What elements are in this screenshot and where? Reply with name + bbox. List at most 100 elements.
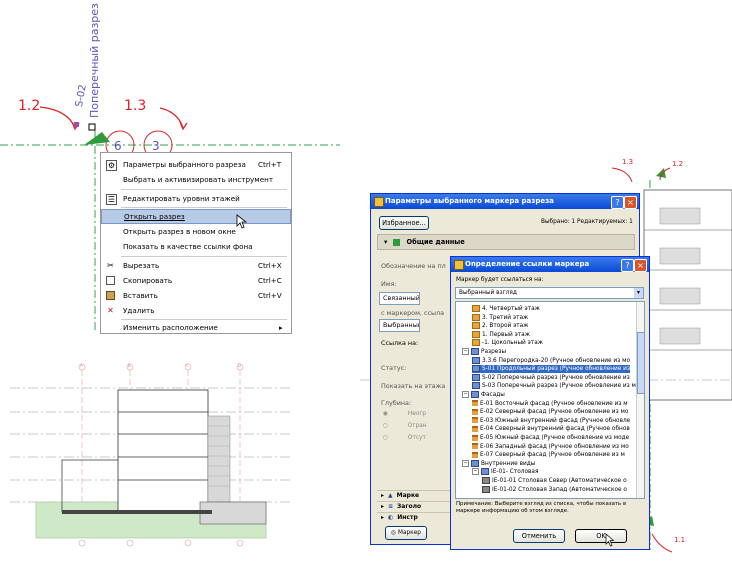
elevation-grid-label-a: A <box>80 363 83 368</box>
tree-item[interactable]: − Фасады <box>462 391 505 399</box>
ref-close-button[interactable]: × <box>634 259 647 272</box>
section-params-titlebar: Параметры выбранного маркера разреза <box>371 194 639 209</box>
expand-toggle-icon[interactable]: − <box>462 348 469 355</box>
menu-item-select-tool[interactable]: Выбрать и активизировать инструмент <box>101 172 291 187</box>
facade-icon <box>472 434 478 441</box>
group-icon <box>471 459 479 467</box>
tree-item[interactable]: E-04 Северный внутренний фасад (Ручное о… <box>472 425 630 433</box>
selected-view-field[interactable]: Выбранный взгляд <box>379 319 420 332</box>
tree-item[interactable]: IE-01-01 Столовая Север (Автоматическое … <box>482 477 627 485</box>
view-icon <box>482 477 490 484</box>
marker-number-left: 6 <box>114 139 122 153</box>
tree-item-label: 3. Третий этаж <box>482 314 529 321</box>
help-button[interactable]: ? <box>611 196 624 209</box>
expand-toggle-icon[interactable]: − <box>462 459 469 467</box>
tree-item[interactable]: IE-01-02 Столовая Запад (Автоматическое … <box>482 485 627 494</box>
floor-icon <box>472 313 480 321</box>
menu-item-cut[interactable]: ✂ Вырезать Ctrl+X <box>101 258 291 273</box>
tree-item[interactable]: − Внутренние виды <box>462 459 535 468</box>
cancel-button[interactable]: Отменить <box>513 529 565 543</box>
ref-help-button[interactable]: ? <box>621 259 634 272</box>
view-tree[interactable]: 4. Четвертый этаж 3. Третий этаж 2. Второй… <box>455 301 645 499</box>
tree-item[interactable]: E-03 Южный внутренний фасад (Ручное обно… <box>472 417 630 425</box>
group-icon <box>471 391 479 398</box>
floor-icon <box>472 339 480 347</box>
menu-item-delete[interactable]: ✕ Удалить <box>101 303 291 318</box>
elevation-grid-label-b: B <box>128 363 131 368</box>
tree-scrollbar[interactable] <box>636 302 644 498</box>
tree-item[interactable]: E-07 Северный фасад (Ручное обновление и… <box>472 451 625 459</box>
depth-option-unlimited[interactable]: ◉ Неогр <box>383 411 426 417</box>
tree-item-label: Разрезы <box>481 349 507 355</box>
tree-item-label: S-01 Продольный разрез (Ручное обновлени… <box>482 366 631 373</box>
group-icon <box>471 348 479 355</box>
menu-item-open-new-window[interactable]: Открыть разрез в новом окне <box>101 224 291 239</box>
marker-icon: ◎ <box>391 530 397 536</box>
depth-option-none[interactable]: ○ Отсут <box>383 435 426 441</box>
tools-section-icon: ◐ <box>388 514 394 521</box>
marker-number-right: 3 <box>152 139 160 153</box>
favorites-button[interactable]: Избранное... <box>379 216 429 230</box>
tree-item[interactable]: 1. Первый этаж <box>472 330 530 339</box>
facade-icon <box>472 451 478 458</box>
right-ref-1-2: 1.2 <box>672 160 684 168</box>
facade-icon <box>472 417 478 424</box>
label-with-marker: с маркером, ссыла <box>381 309 445 317</box>
tree-item[interactable]: E-06 Западный фасад (Ручное обновление и… <box>472 443 629 451</box>
menu-item-edit-levels[interactable]: ☰ Редактировать уровни этажей <box>101 191 291 206</box>
menu-item-show-as-ref[interactable]: Показать в качестве ссылки фона <box>101 239 291 254</box>
menu-item-open-section[interactable]: Открыть разрез <box>101 209 291 224</box>
elevation-canvas[interactable]: A B C D <box>0 350 300 564</box>
marker-button[interactable]: ◎ Маркер <box>385 526 427 540</box>
chevron-down-icon: ▾ <box>634 288 643 298</box>
dialog-icon <box>374 197 384 207</box>
expand-toggle-icon[interactable]: − <box>462 391 469 398</box>
general-section-header[interactable]: ▾ Общие данные <box>377 234 635 250</box>
label-name: Имя: <box>381 280 397 288</box>
tree-item-label: E-03 Южный внутренний фасад (Ручное обно… <box>480 417 631 424</box>
tree-scrollbar-thumb[interactable] <box>637 332 644 394</box>
expand-toggle-icon[interactable]: − <box>472 468 479 476</box>
tree-item-label: E-07 Северный фасад (Ручное обновление и… <box>480 452 625 459</box>
menu-item-copy[interactable]: Скопировать Ctrl+C <box>101 273 291 288</box>
tree-item-label: 4. Четвертый этаж <box>482 306 540 312</box>
close-button[interactable]: × <box>624 196 637 209</box>
tree-item-label: IE-01- Столовая <box>491 469 539 476</box>
right-ref-1-1: 1.1 <box>674 536 686 544</box>
elevation-grid-label-c: C <box>186 363 189 368</box>
delete-icon: ✕ <box>107 306 114 315</box>
tree-item-label: 3.3.6 Перегородка-20 (Ручное обновление … <box>482 357 631 364</box>
facade-icon <box>472 443 478 450</box>
menu-item-paste[interactable]: Вставить Ctrl+V <box>101 288 291 303</box>
tree-item[interactable]: E-01 Восточный фасад (Ручное обновление … <box>472 400 628 408</box>
tree-item[interactable]: E-02 Северный фасад (Ручное обновление и… <box>472 408 628 416</box>
tree-item[interactable]: -1. Цокольный этаж <box>472 339 543 347</box>
tree-item-label: E-04 Северный внутренний фасад (Ручное о… <box>480 426 630 433</box>
tree-item[interactable]: E-05 Южный фасад (Ручное обновление из м… <box>472 434 629 442</box>
depth-option-limited[interactable]: ○ Огран <box>383 423 427 429</box>
facade-icon <box>472 400 478 407</box>
tree-item[interactable]: S-01 Продольный разрез (Ручное обновлени… <box>472 365 631 374</box>
tree-item-label: Фасады <box>481 392 505 398</box>
tree-item[interactable]: 4. Четвертый этаж <box>472 305 540 313</box>
reference-type-dropdown[interactable]: Выбранный взгляд ▾ <box>455 287 644 299</box>
tree-item[interactable]: S-02 Поперечный разрез (Ручное обновлени… <box>472 373 630 382</box>
settings-icon: ⚙ <box>106 160 117 171</box>
section-icon <box>472 373 480 381</box>
plan-canvas[interactable]: Поперечный разрез S-02 1.2 1.3 6 3 ⚙ Пар… <box>0 0 340 340</box>
ref-dialog-icon <box>454 260 464 270</box>
ok-button[interactable]: OK <box>575 529 627 543</box>
levels-icon: ☰ <box>106 194 117 205</box>
tree-item[interactable]: 2. Второй этаж <box>472 322 528 330</box>
radio-icon: ○ <box>383 435 389 441</box>
tree-item[interactable]: − IE-01- Столовая <box>472 468 538 476</box>
linked-marker-field[interactable]: Связанный марк <box>379 292 420 305</box>
menu-item-change-location[interactable]: Изменить расположение ▸ <box>101 320 291 335</box>
marker-ref-dialog: Определение ссылки маркера ? × Маркер бу… <box>450 256 650 550</box>
tree-item[interactable]: 3.3.6 Перегородка-20 (Ручное обновление … <box>472 356 631 365</box>
tree-item[interactable]: 3. Третий этаж <box>472 313 529 322</box>
menu-item-section-settings[interactable]: ⚙ Параметры выбранного разреза Ctrl+T <box>101 157 291 172</box>
label-link-to: Ссылка на: <box>381 339 419 347</box>
tree-item[interactable]: − Разрезы <box>462 348 506 356</box>
tree-item[interactable]: S-03 Поперечный разрез (Ручное обновлени… <box>472 382 636 390</box>
